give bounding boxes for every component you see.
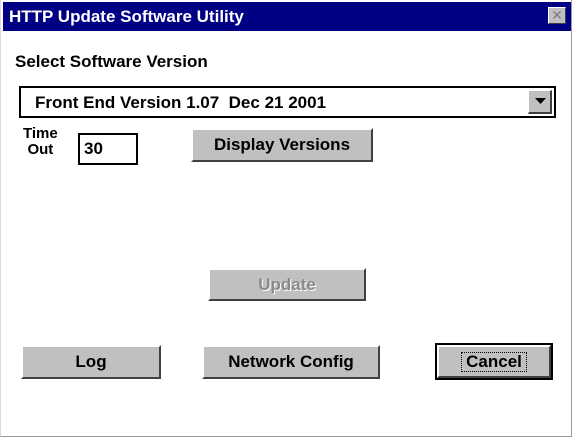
window-title: HTTP Update Software Utility xyxy=(9,7,244,26)
timeout-label-line2: Out xyxy=(27,141,54,158)
dialog-window: HTTP Update Software Utility ✕ Select So… xyxy=(0,0,572,437)
network-config-button[interactable]: Network Config xyxy=(202,345,380,379)
cancel-button-label: Cancel xyxy=(461,351,527,372)
selected-version-value: Front End Version 1.07 Dec 21 2001 xyxy=(35,93,327,112)
select-version-label: Select Software Version xyxy=(15,52,208,71)
title-bar[interactable]: HTTP Update Software Utility ✕ xyxy=(3,2,571,31)
close-icon: ✕ xyxy=(551,7,563,23)
update-button: Update xyxy=(208,268,366,301)
display-versions-button[interactable]: Display Versions xyxy=(191,128,373,162)
chevron-down-icon xyxy=(535,98,546,104)
timeout-label: Time Out xyxy=(23,126,58,158)
dropdown-button[interactable] xyxy=(528,90,552,114)
close-button[interactable]: ✕ xyxy=(548,7,566,24)
log-button[interactable]: Log xyxy=(21,345,161,379)
timeout-input[interactable] xyxy=(78,133,138,165)
timeout-label-line1: Time xyxy=(23,125,58,142)
cancel-button[interactable]: Cancel xyxy=(435,343,553,380)
software-version-select[interactable]: Front End Version 1.07 Dec 21 2001 xyxy=(19,86,556,118)
